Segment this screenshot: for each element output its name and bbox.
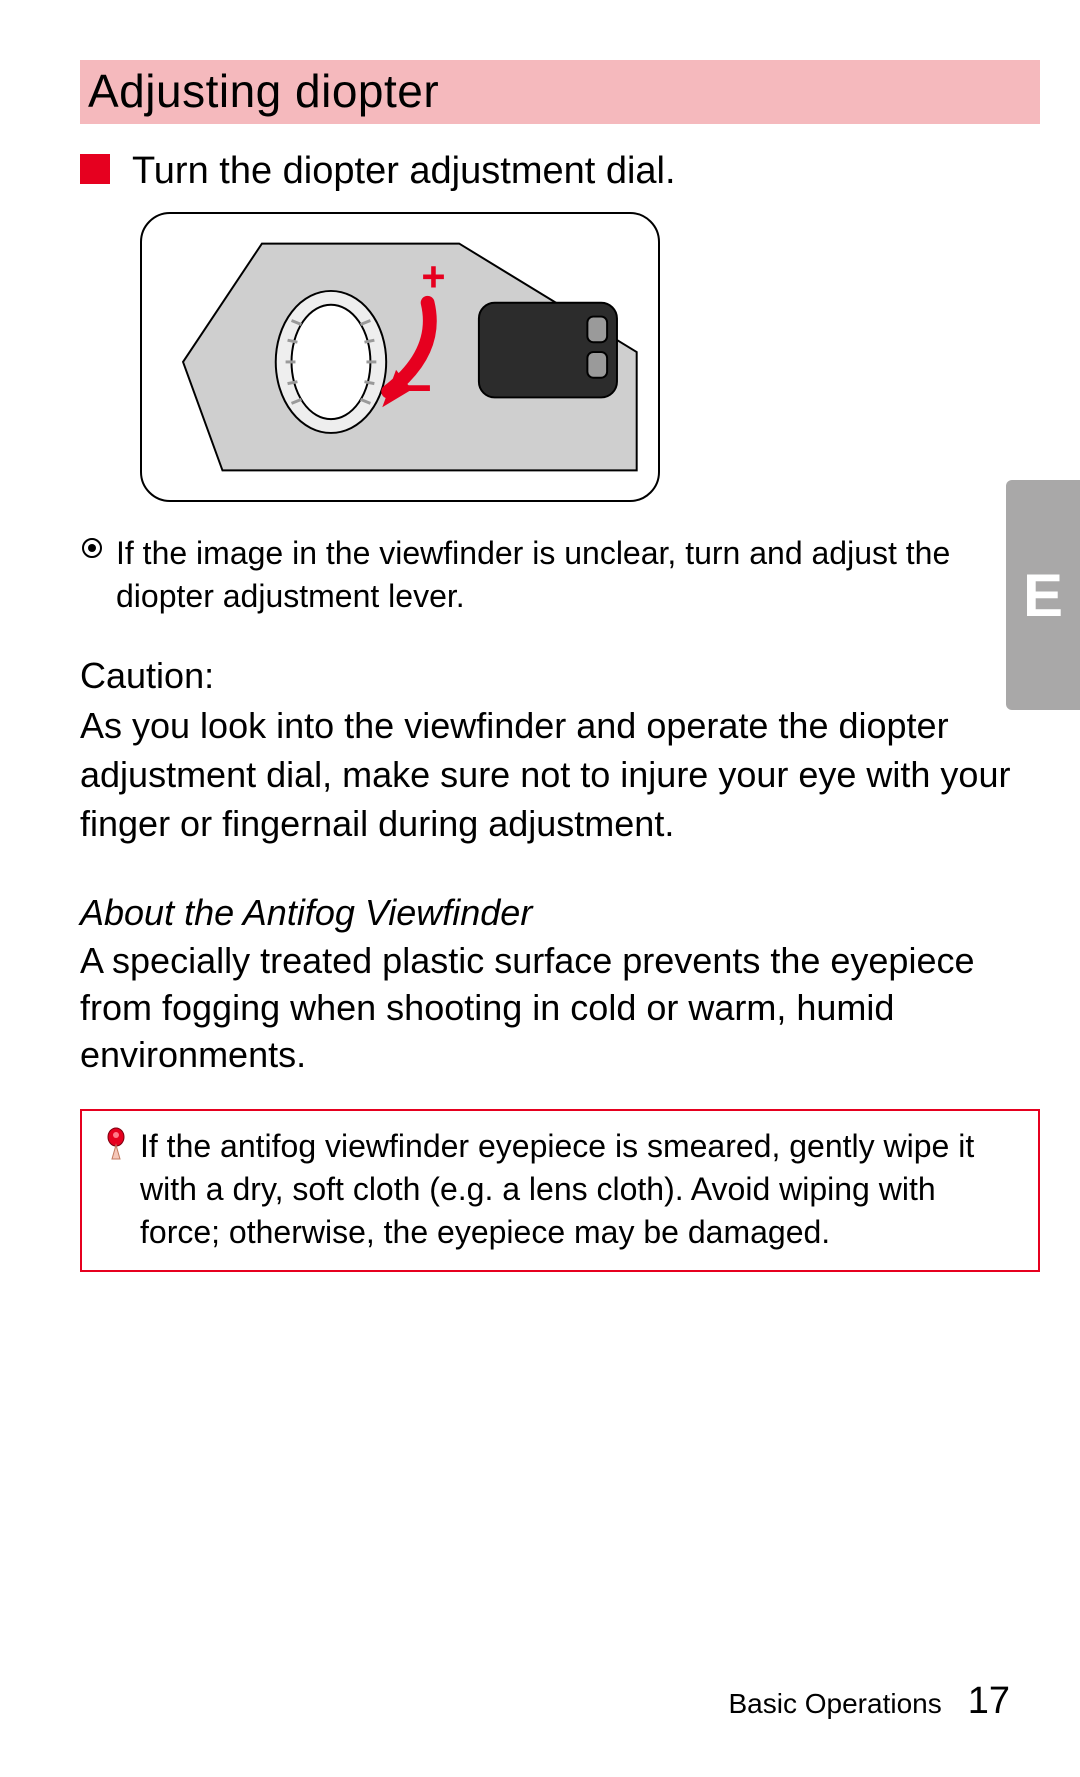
caution-label: Caution: bbox=[80, 652, 1040, 701]
tip-text: If the image in the viewfinder is unclea… bbox=[116, 532, 1040, 618]
plus-label: + bbox=[421, 253, 445, 299]
section-edge-tab: E bbox=[1006, 480, 1080, 710]
antifog-body: A specially treated plastic surface prev… bbox=[80, 938, 1040, 1078]
diagram-container: + – bbox=[80, 212, 1040, 502]
section-title: Adjusting diopter bbox=[80, 60, 1040, 124]
diopter-diagram-svg: + – bbox=[142, 214, 658, 500]
caution-block: Caution: As you look into the viewfinder… bbox=[80, 652, 1040, 848]
note-text: If the antifog viewfinder eyepiece is sm… bbox=[140, 1125, 1018, 1255]
footer-page-number: 17 bbox=[968, 1680, 1010, 1723]
caution-body: As you look into the viewfinder and oper… bbox=[80, 705, 1010, 843]
tip-row: If the image in the viewfinder is unclea… bbox=[80, 532, 1040, 618]
manual-page: Adjusting diopter Turn the diopter adjus… bbox=[0, 0, 1080, 1777]
instruction-row: Turn the diopter adjustment dial. bbox=[80, 148, 1040, 196]
note-box: If the antifog viewfinder eyepiece is sm… bbox=[80, 1109, 1040, 1273]
pushpin-icon bbox=[102, 1127, 130, 1163]
diopter-diagram: + – bbox=[140, 212, 660, 502]
minus-label: – bbox=[400, 352, 432, 416]
instruction-text: Turn the diopter adjustment dial. bbox=[132, 148, 676, 196]
footer-section-name: Basic Operations bbox=[729, 1688, 942, 1720]
red-square-bullet-icon bbox=[80, 154, 110, 184]
circle-bullet-icon bbox=[82, 538, 102, 558]
page-footer: Basic Operations 17 bbox=[729, 1680, 1011, 1723]
antifog-heading: About the Antifog Viewfinder bbox=[80, 892, 1040, 934]
